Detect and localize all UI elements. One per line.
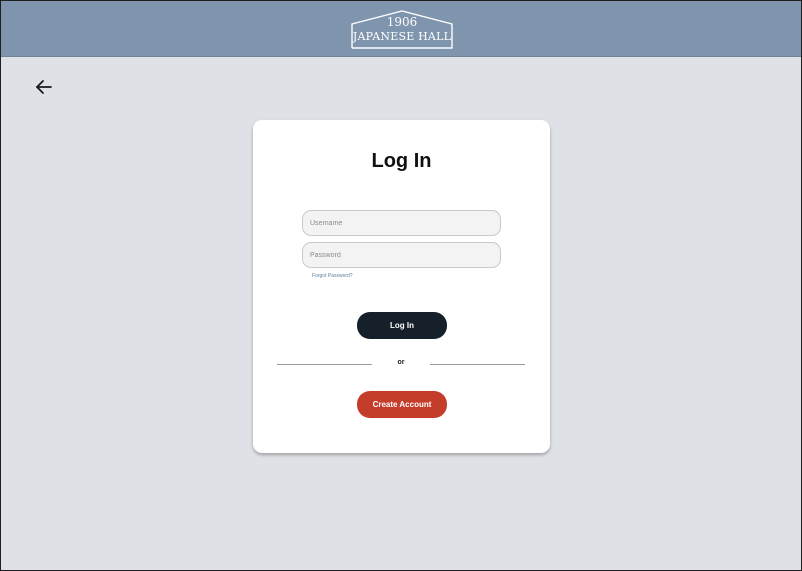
back-button[interactable] <box>34 77 54 97</box>
login-card: Log In Forgot Password? Log In or Create… <box>253 120 550 453</box>
logo-year: 1906 <box>386 15 418 29</box>
create-account-button[interactable]: Create Account <box>357 391 447 418</box>
divider-line-right <box>430 364 525 365</box>
divider-or-text: or <box>397 359 405 366</box>
japanese-hall-logo[interactable]: 1906 JAPANESE HALL <box>351 10 453 49</box>
username-input[interactable] <box>302 210 501 236</box>
login-button[interactable]: Log In <box>357 312 447 339</box>
forgot-password-link[interactable]: Forgot Password? <box>312 273 353 279</box>
logo-name: JAPANESE HALL <box>352 30 452 43</box>
divider-line-left <box>277 364 372 365</box>
password-input[interactable] <box>302 242 501 268</box>
page-title: Log In <box>371 150 432 172</box>
app-window: 1906 JAPANESE HALL Log In Forgot Passwor… <box>0 0 802 571</box>
arrow-left-icon <box>36 80 52 94</box>
header-bar: 1906 JAPANESE HALL <box>1 1 801 57</box>
